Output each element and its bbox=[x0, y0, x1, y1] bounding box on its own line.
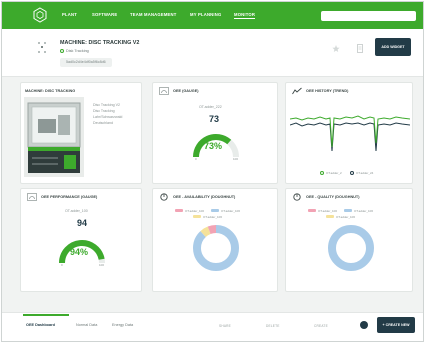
location-icon bbox=[60, 49, 64, 53]
doughnut-icon bbox=[160, 193, 168, 201]
availability-legend: OT.adder_106 bbox=[221, 209, 241, 213]
machine-header: MACHINE: DISC TRACKING V2 Disk Tracking … bbox=[2, 29, 423, 77]
oee-performance-card[interactable]: OEE PERFORMANCE (GAUGE) OT.adder_100 94 … bbox=[20, 188, 142, 292]
tab-energy-data[interactable]: Energy Data bbox=[112, 323, 133, 327]
machine-photo bbox=[24, 97, 84, 177]
quality-legend: OT.adder_106 bbox=[336, 215, 356, 219]
oee-quality-title: OEE - QUALITY (DOUGHNUT) bbox=[306, 195, 360, 199]
page-subtitle: Disk Tracking bbox=[66, 49, 89, 53]
document-icon[interactable] bbox=[356, 44, 364, 53]
create-button[interactable]: CREATE bbox=[314, 324, 328, 328]
oee-history-legend: OT.adder_24 bbox=[356, 171, 374, 175]
machine-id-chip: 5ad0c2d4e4df0a5f6c8d6 bbox=[60, 58, 112, 67]
quality-legend: OT.adder_100 bbox=[318, 209, 338, 213]
oee-quality-card[interactable]: OEE - QUALITY (DOUGHNUT) OT.adder_100 OT… bbox=[285, 188, 413, 292]
oee-performance-min: 0 bbox=[61, 263, 63, 267]
legend-swatch-red bbox=[308, 209, 316, 212]
star-icon[interactable] bbox=[332, 44, 340, 53]
circle-action-icon[interactable] bbox=[360, 321, 368, 329]
machine-detail-line: Lahr/Schwarzwald bbox=[93, 115, 123, 119]
legend-swatch-yellow bbox=[193, 215, 201, 218]
oee-gauge-tag: OT.adder_222 bbox=[199, 105, 222, 109]
machine-card[interactable]: MACHINE: DISC TRACKING Disc Tracking V2 … bbox=[20, 82, 142, 184]
legend-swatch-blue bbox=[211, 209, 219, 212]
share-button[interactable]: SHARE bbox=[219, 324, 231, 328]
oee-history-title: OEE HISTORY (TREND) bbox=[306, 89, 349, 93]
availability-doughnut bbox=[193, 225, 239, 271]
quality-segment bbox=[328, 225, 374, 271]
oee-history-chart bbox=[290, 115, 410, 152]
machine-detail-line: Deutschland bbox=[93, 121, 113, 125]
oee-performance-percent: 94% bbox=[70, 247, 89, 257]
trend-series-dark bbox=[290, 122, 410, 152]
oee-availability-card[interactable]: OEE - AVAILABILITY (DOUGHNUT) OT.adder_1… bbox=[152, 188, 278, 292]
legend-swatch-blue bbox=[344, 209, 352, 212]
oee-history-legend: OT.adder_2 bbox=[326, 171, 342, 175]
quality-doughnut bbox=[328, 225, 374, 271]
availability-legend: OT.adder_100 bbox=[185, 209, 205, 213]
oee-gauge-min: 0 bbox=[195, 157, 197, 161]
create-new-button[interactable]: + CREATE NEW bbox=[377, 317, 415, 333]
oee-gauge-percent: 73% bbox=[204, 141, 223, 151]
oee-gauge-title: OEE (GAUGE) bbox=[173, 89, 199, 93]
logo-hexagon-icon[interactable] bbox=[32, 7, 48, 23]
top-navigation: PLANT SOFTWARE TEAM MANAGEMENT MY PLANNI… bbox=[2, 2, 423, 29]
oee-gauge-value: 73 bbox=[209, 114, 220, 124]
quality-legend: OT.adder_106 bbox=[354, 209, 374, 213]
oee-gauge-card[interactable]: OEE (GAUGE) OT.adder_222 73 73% 0 100 bbox=[152, 82, 278, 184]
gauge-icon bbox=[159, 87, 169, 95]
legend-marker-green bbox=[320, 171, 324, 175]
trend-series-green bbox=[290, 115, 410, 148]
oee-performance-title: OEE PERFORMANCE (GAUGE) bbox=[41, 195, 98, 199]
search-input[interactable] bbox=[321, 11, 416, 21]
oee-history-card[interactable]: OEE HISTORY (TREND) OT.adder_2 OT.adder_… bbox=[285, 82, 413, 184]
legend-marker-dark bbox=[350, 171, 354, 175]
availability-legend: OT.adder_106 bbox=[203, 215, 223, 219]
machine-icon bbox=[38, 42, 46, 53]
nav-item-software[interactable]: SOFTWARE bbox=[92, 12, 117, 17]
active-tab-indicator bbox=[23, 314, 69, 316]
nav-item-my-planning[interactable]: MY PLANNING bbox=[190, 12, 221, 17]
gauge-icon bbox=[27, 193, 37, 201]
legend-swatch-red bbox=[175, 209, 183, 212]
machine-card-title: MACHINE: DISC TRACKING bbox=[25, 89, 76, 93]
machine-detail-line: Disc Tracking bbox=[93, 109, 115, 113]
nav-item-plant[interactable]: PLANT bbox=[62, 12, 77, 17]
add-widget-button[interactable]: ADD WIDGET bbox=[375, 38, 411, 56]
trend-icon bbox=[292, 87, 302, 95]
oee-performance-max: 100 bbox=[99, 263, 105, 267]
bottom-bar: OEE Dashboard Normal Data Energy Data SH… bbox=[2, 312, 423, 341]
nav-item-team-management[interactable]: TEAM MANAGEMENT bbox=[130, 12, 177, 17]
oee-performance-value: 94 bbox=[77, 218, 88, 228]
tab-oee-dashboard[interactable]: OEE Dashboard bbox=[26, 323, 55, 327]
oee-performance-tag: OT.adder_100 bbox=[65, 209, 88, 213]
availability-segment bbox=[193, 225, 239, 271]
app-frame: PLANT SOFTWARE TEAM MANAGEMENT MY PLANNI… bbox=[1, 1, 424, 342]
machine-detail-line: Disc Tracking V2 bbox=[93, 103, 120, 107]
nav-item-monitor[interactable]: MONITOR bbox=[234, 12, 256, 19]
delete-button[interactable]: DELETE bbox=[266, 324, 280, 328]
oee-availability-title: OEE - AVAILABILITY (DOUGHNUT) bbox=[173, 195, 236, 199]
doughnut-icon bbox=[293, 193, 301, 201]
tab-normal-data[interactable]: Normal Data bbox=[76, 323, 97, 327]
legend-swatch-yellow bbox=[326, 215, 334, 218]
oee-gauge-max: 100 bbox=[233, 157, 239, 161]
page-title: MACHINE: DISC TRACKING V2 bbox=[60, 40, 140, 46]
